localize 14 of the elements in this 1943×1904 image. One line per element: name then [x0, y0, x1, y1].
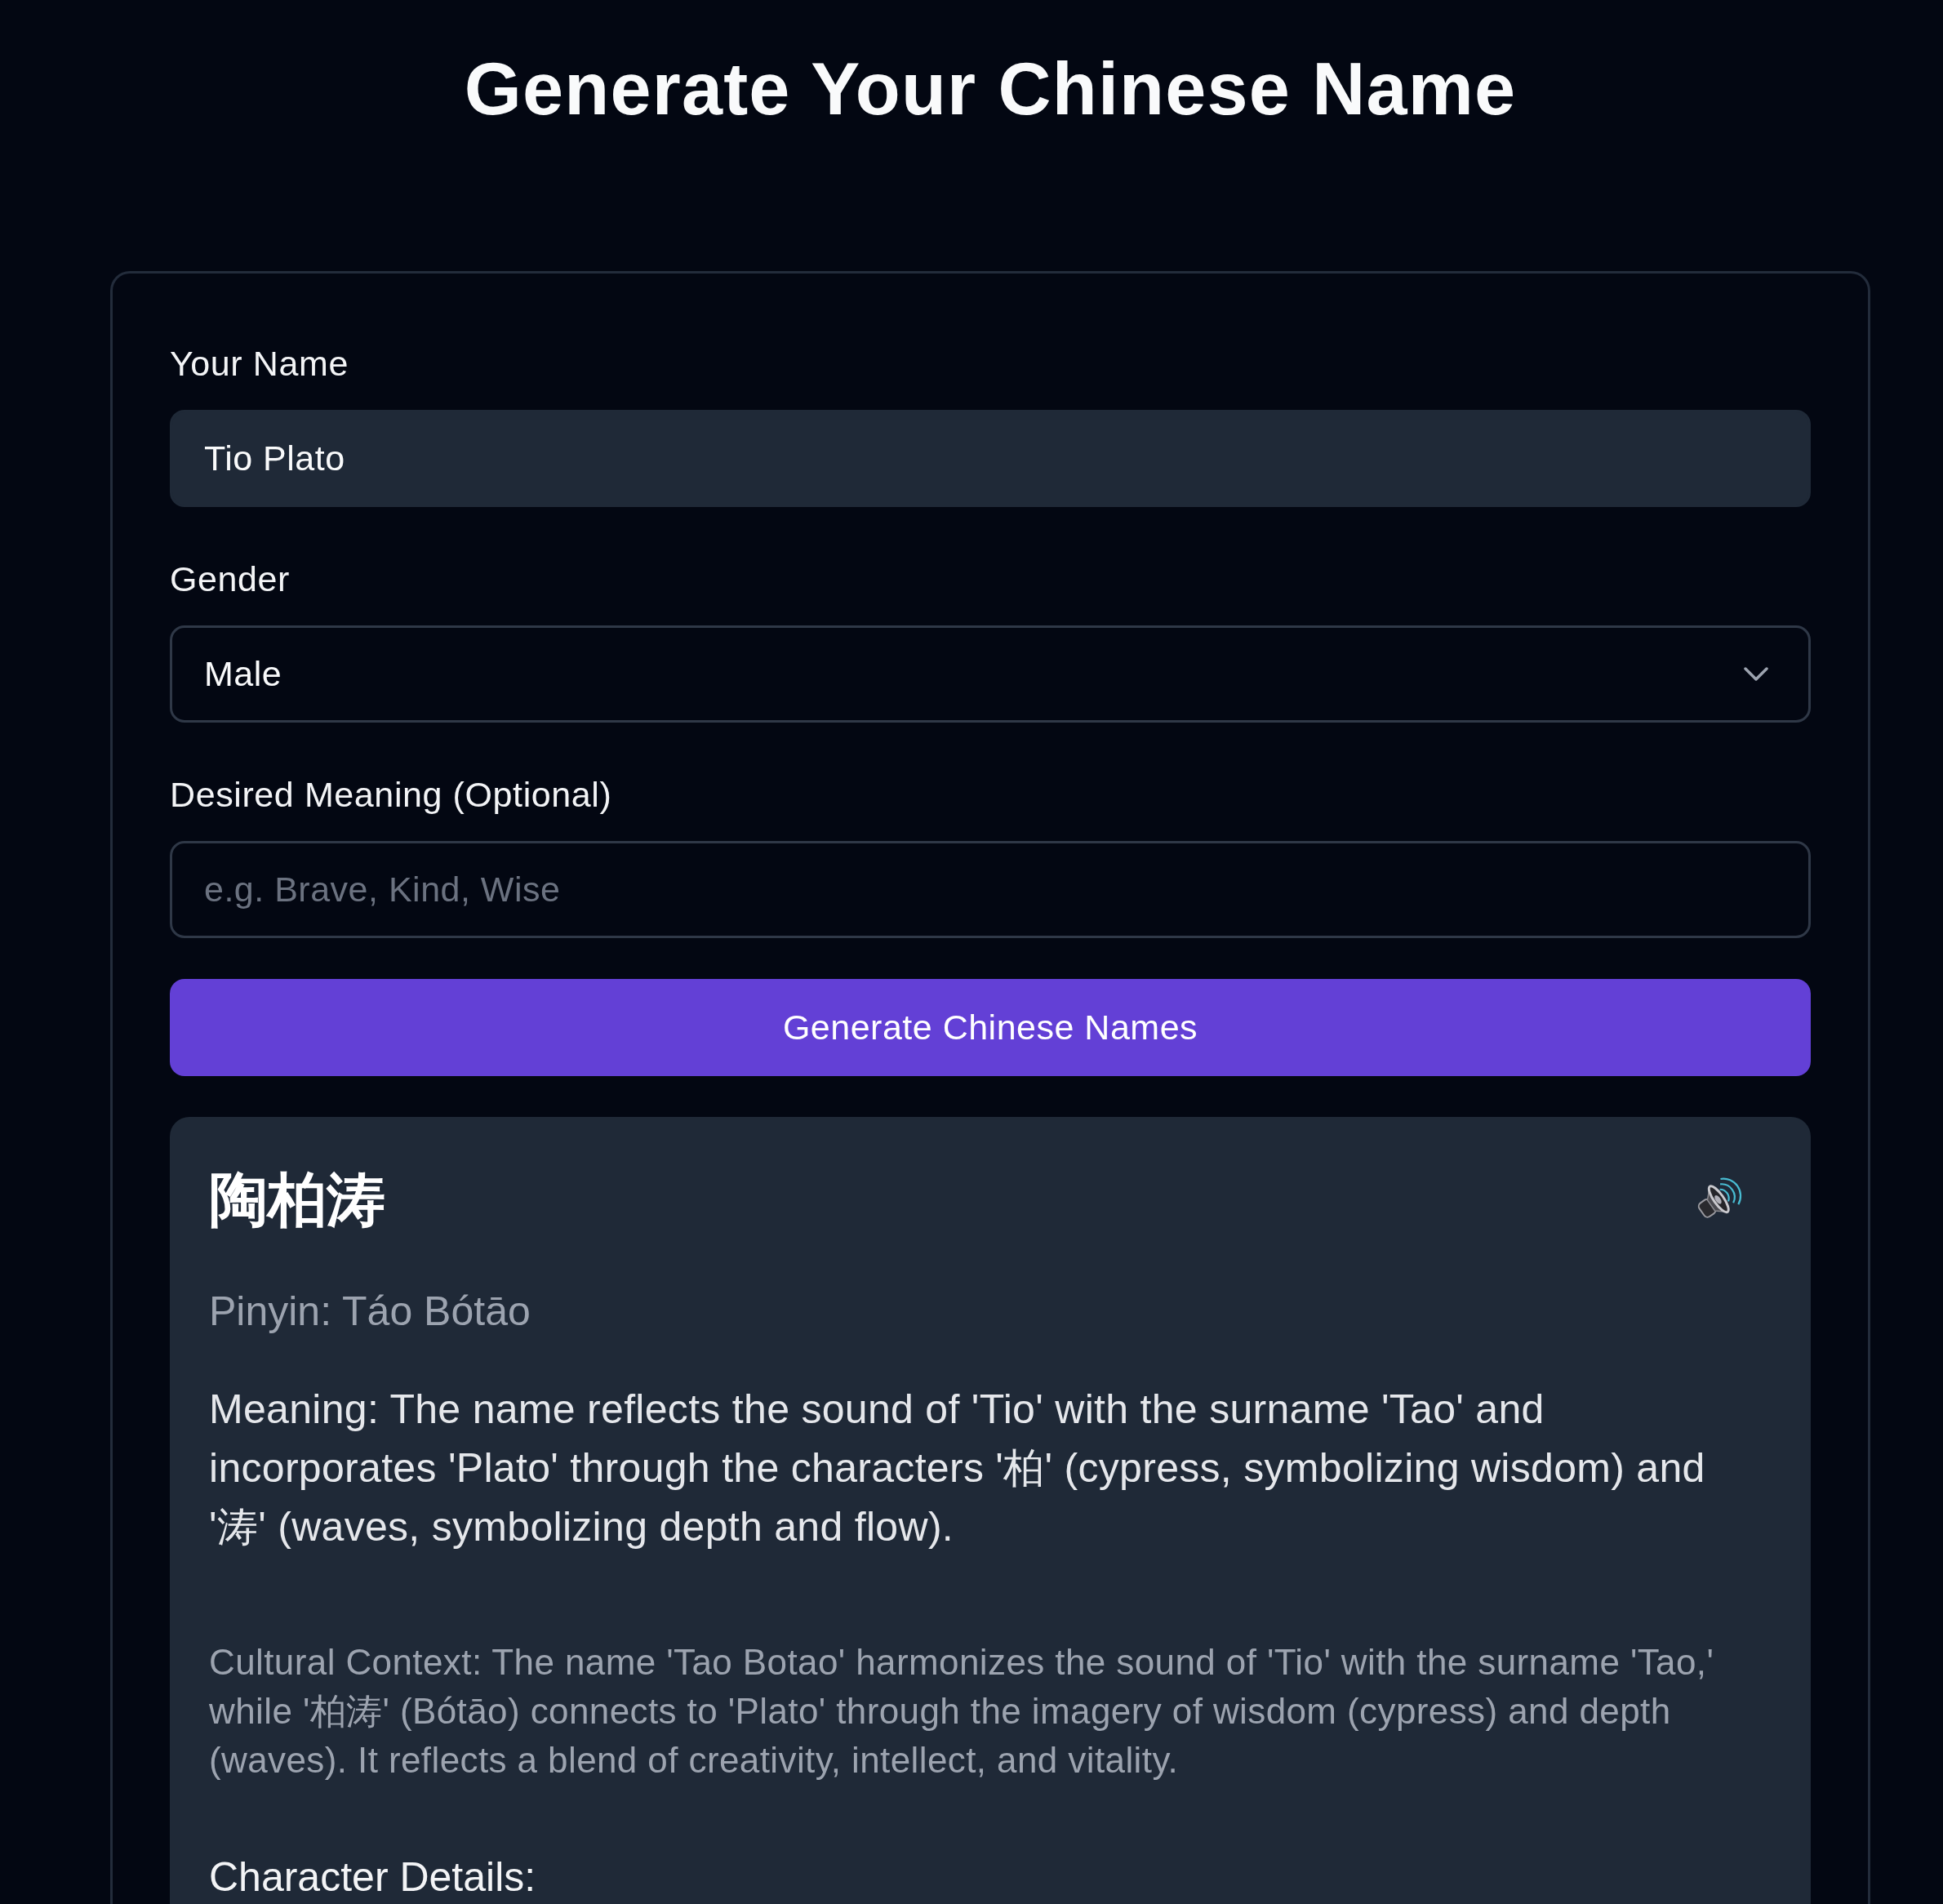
field-label: Desired Meaning (Optional) [170, 774, 613, 816]
generate-button[interactable]: Generate Chinese Names [170, 979, 1811, 1076]
chevron-down-icon [1744, 667, 1768, 681]
field-label: Your Name [170, 343, 349, 385]
chinese-name: 陶柏涛 [209, 1166, 385, 1234]
meaning-input[interactable]: e.g. Brave, Kind, Wise [170, 841, 1811, 938]
gender-select[interactable]: Male [170, 625, 1811, 723]
page-title: Generate Your Chinese Name [463, 47, 1518, 131]
pinyin-text: Pinyin: Táo Bótāo [209, 1288, 531, 1336]
meaning-text: Meaning: The name reflects the sound of 'Tio' with the surname 'Tao' and incorporates 'Plato' through the characters '柏' (cypress, symbolizing wisdom) and '涛' (waves, symbolizing depth and flow). [209, 1386, 1706, 1551]
name-input[interactable]: Tio Plato [170, 410, 1811, 507]
cultural-context-text: Cultural Context: The name 'Tao Botao' harmonizes the sound of 'Tio' with the surname 'Tao,' while '柏涛' (Bótāo) connects to 'Plato' through the imagery of wisdom (cypress) and depth (waves). It reflects a blend of creativity, intellect, and vitality. [209, 1641, 1715, 1782]
field-label: Gender [170, 558, 291, 600]
section-heading: Character Details: [209, 1853, 537, 1901]
